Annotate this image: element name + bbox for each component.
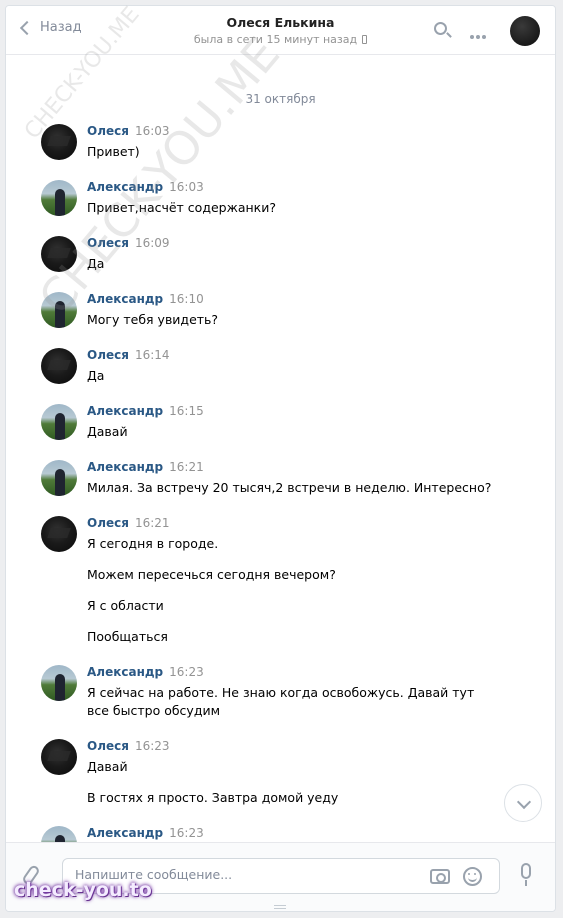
author-name[interactable]: Олеся	[87, 348, 129, 362]
search-icon[interactable]	[434, 22, 447, 35]
message-text: Привет,насчёт содержанки?	[87, 200, 276, 215]
message-text: Я с области	[87, 598, 164, 613]
attach-icon[interactable]	[21, 863, 41, 887]
message-text: Давай	[87, 759, 128, 774]
message-input-box[interactable]	[62, 858, 500, 894]
message-time: 16:03	[169, 180, 204, 194]
author-name[interactable]: Олеся	[87, 739, 129, 753]
avatar[interactable]	[41, 236, 77, 272]
message-time: 16:10	[169, 292, 204, 306]
message-composer	[6, 842, 555, 911]
camera-icon[interactable]	[430, 869, 450, 884]
message-time: 16:03	[134, 124, 170, 138]
emoji-icon[interactable]	[463, 867, 482, 886]
message-time: 16:23	[134, 739, 170, 753]
message-time: 16:23	[169, 665, 204, 679]
message-text: Могу тебя увидеть?	[87, 312, 219, 327]
date-separator: 31 октября	[245, 92, 316, 106]
avatar[interactable]	[41, 739, 77, 775]
message-text: Да	[87, 368, 105, 383]
avatar[interactable]	[41, 348, 77, 384]
microphone-icon[interactable]	[521, 863, 531, 886]
status-text: была в сети 15 минут назад	[193, 33, 358, 46]
author-name[interactable]: Александр	[87, 292, 163, 306]
chat-header: Назад Олеся Елькина была в сети 15 минут…	[6, 6, 555, 55]
message-text: Привет)	[87, 144, 140, 159]
author-name[interactable]: Александр	[87, 665, 163, 679]
avatar[interactable]	[41, 460, 77, 496]
contact-avatar[interactable]	[510, 16, 540, 46]
chat-panel: Назад Олеся Елькина была в сети 15 минут…	[5, 5, 556, 912]
message-time: 16:15	[169, 404, 204, 418]
message-text: Да	[87, 256, 105, 271]
message-text: В гостях я просто. Завтра домой уеду	[87, 790, 339, 805]
mobile-phone-icon	[362, 35, 368, 44]
author-name[interactable]: Александр	[87, 404, 163, 418]
author-name[interactable]: Олеся	[87, 236, 129, 250]
scroll-to-bottom-button[interactable]	[504, 784, 542, 822]
avatar[interactable]	[41, 516, 77, 552]
more-options-icon[interactable]	[470, 24, 492, 39]
author-name[interactable]: Олеся	[87, 516, 129, 530]
avatar[interactable]	[41, 292, 77, 328]
author-name[interactable]: Александр	[87, 180, 163, 194]
message-text: Милая. За встречу 20 тысяч,2 встречи в н…	[87, 480, 492, 495]
message-text: Давай	[87, 424, 128, 439]
author-name[interactable]: Александр	[87, 826, 163, 840]
avatar[interactable]	[41, 665, 77, 701]
message-text: Я сейчас на работе. Не знаю когда освобо…	[87, 685, 475, 718]
resize-handle[interactable]	[274, 905, 286, 909]
message-text: Я сегодня в городе.	[87, 536, 219, 551]
message-time: 16:21	[169, 460, 204, 474]
message-time: 16:14	[134, 348, 170, 362]
avatar[interactable]	[41, 124, 77, 160]
message-time: 16:23	[169, 826, 204, 840]
avatar[interactable]	[41, 180, 77, 216]
message-text: Можем пересечься сегодня вечером?	[87, 567, 336, 582]
message-input[interactable]	[75, 867, 415, 882]
avatar[interactable]	[41, 404, 77, 440]
author-name[interactable]: Олеся	[87, 124, 129, 138]
author-name[interactable]: Александр	[87, 460, 163, 474]
message-time: 16:21	[134, 516, 170, 530]
message-text: Пообщаться	[87, 629, 168, 644]
message-time: 16:09	[134, 236, 170, 250]
